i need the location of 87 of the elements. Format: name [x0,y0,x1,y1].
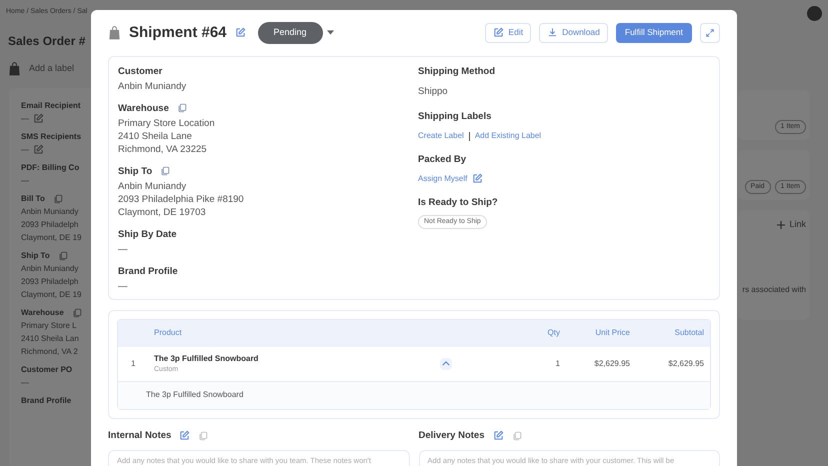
field-value: Claymont, DE 19703 [118,206,207,219]
detail-text: The 3p Fulfilled Snowboard [146,389,244,402]
field-value: Shippo [418,84,449,99]
copy-icon[interactable] [52,194,63,204]
field-label: Packed By [418,153,468,168]
field-label: Shipping Method [418,64,496,79]
copy-icon[interactable] [176,103,187,114]
field-value: Claymont, DE 19 [21,289,82,300]
field-value: Richmond, VA 2 [21,346,78,357]
field-value: Anbin Muniandy [21,263,78,274]
collapse-button[interactable] [440,358,452,370]
copy-icon[interactable] [58,250,68,260]
field-value: Primary Store L [21,320,77,331]
field-value: — [21,144,29,155]
link-button[interactable]: Link [777,218,806,232]
label-link[interactable]: Add Existing Label [474,130,542,142]
edit-icon[interactable] [493,27,504,38]
expand-icon [705,28,715,38]
field-value: 2410 Sheila Lan [21,333,79,344]
field-label: Is Ready to Ship? [418,196,498,210]
field-label: Ship By Date [118,228,177,241]
notes-label: Internal Notes [108,428,172,443]
field-label: Shipping Labels [418,110,492,124]
field-label: Email Recipient [21,100,81,111]
edit-icon[interactable] [234,27,246,38]
field-label: Warehouse [21,307,64,318]
column-header: Subtotal [674,327,705,340]
row-number: 1 [130,358,136,370]
field-label: PDF: Billing Co [21,162,80,173]
field-value: — [118,242,128,256]
copy-icon[interactable] [160,166,170,176]
field-label: Customer [118,64,162,78]
field-label: Ship To [21,250,50,261]
field-value: Anbin Muniandy [21,206,78,217]
field-label: SMS Recipients [21,131,82,142]
field-label: Warehouse [118,102,169,115]
field-value: Claymont, DE 19 [21,232,82,243]
plus-icon [777,220,786,229]
copy-icon[interactable] [512,430,522,441]
fulfill-button[interactable]: Fulfill Shipment [616,22,692,43]
edit-icon[interactable] [179,430,190,442]
field-value: Anbin Muniandy [118,80,188,93]
label-placeholder[interactable]: Add a label [29,62,74,76]
column-header: Unit Price [594,327,630,340]
qty-cell-text: 1 [554,358,560,370]
field-label: Bill To [21,193,45,204]
download-icon [547,27,558,38]
field-value: 2093 Philadelph [21,276,78,287]
field-value: Richmond, VA 23225 [118,142,208,156]
notes-label: Delivery Notes [418,428,485,443]
column-header: Qty [546,327,560,340]
side-text: rs associated with [742,284,806,296]
shopping-bag-icon [108,26,121,40]
field-value: — [21,377,29,388]
field-value: — [21,113,29,124]
download-button[interactable]: Download [539,22,608,43]
price-cell-text: $2,629.95 [667,358,705,370]
edit-icon[interactable] [472,173,484,184]
chevron-up-icon [442,361,450,366]
edit-icon[interactable] [33,144,44,155]
column-header: Product [154,327,183,340]
modal-title: Shipment #64 [129,22,227,43]
field-value: Primary Store Location [118,116,216,130]
field-value: 2093 Philadelph [21,219,78,230]
field-label: Brand Profile [118,264,178,278]
avatar-icon[interactable] [807,6,822,21]
copy-icon[interactable] [72,308,82,318]
field-value: Anbin Muniandy [118,180,188,193]
field-value: — [21,175,29,186]
copy-icon[interactable] [198,430,208,441]
field-value: 2410 Sheila Lane [118,130,193,143]
edit-icon[interactable] [492,430,504,442]
page-title: Sales Order # [8,33,86,50]
product-name: The 3p Fulfilled Snowboard [154,352,260,364]
price-cell-text: $2,629.95 [593,358,630,370]
shopping-bag-icon [8,62,21,76]
field-label: Customer PO [21,364,72,375]
field-label: Brand Profile [21,395,72,406]
caret-icon [326,30,334,36]
edit-button[interactable]: Edit [485,22,532,43]
assign-link[interactable]: Assign Myself [418,172,468,185]
field-value: 2093 Philadelphia Pike #8190 [118,192,245,206]
field-value: — [118,280,128,293]
expand-button[interactable] [700,22,720,43]
label-link[interactable]: Create Label [418,130,464,142]
field-label: Ship To [118,164,152,178]
edit-icon[interactable] [33,113,44,124]
